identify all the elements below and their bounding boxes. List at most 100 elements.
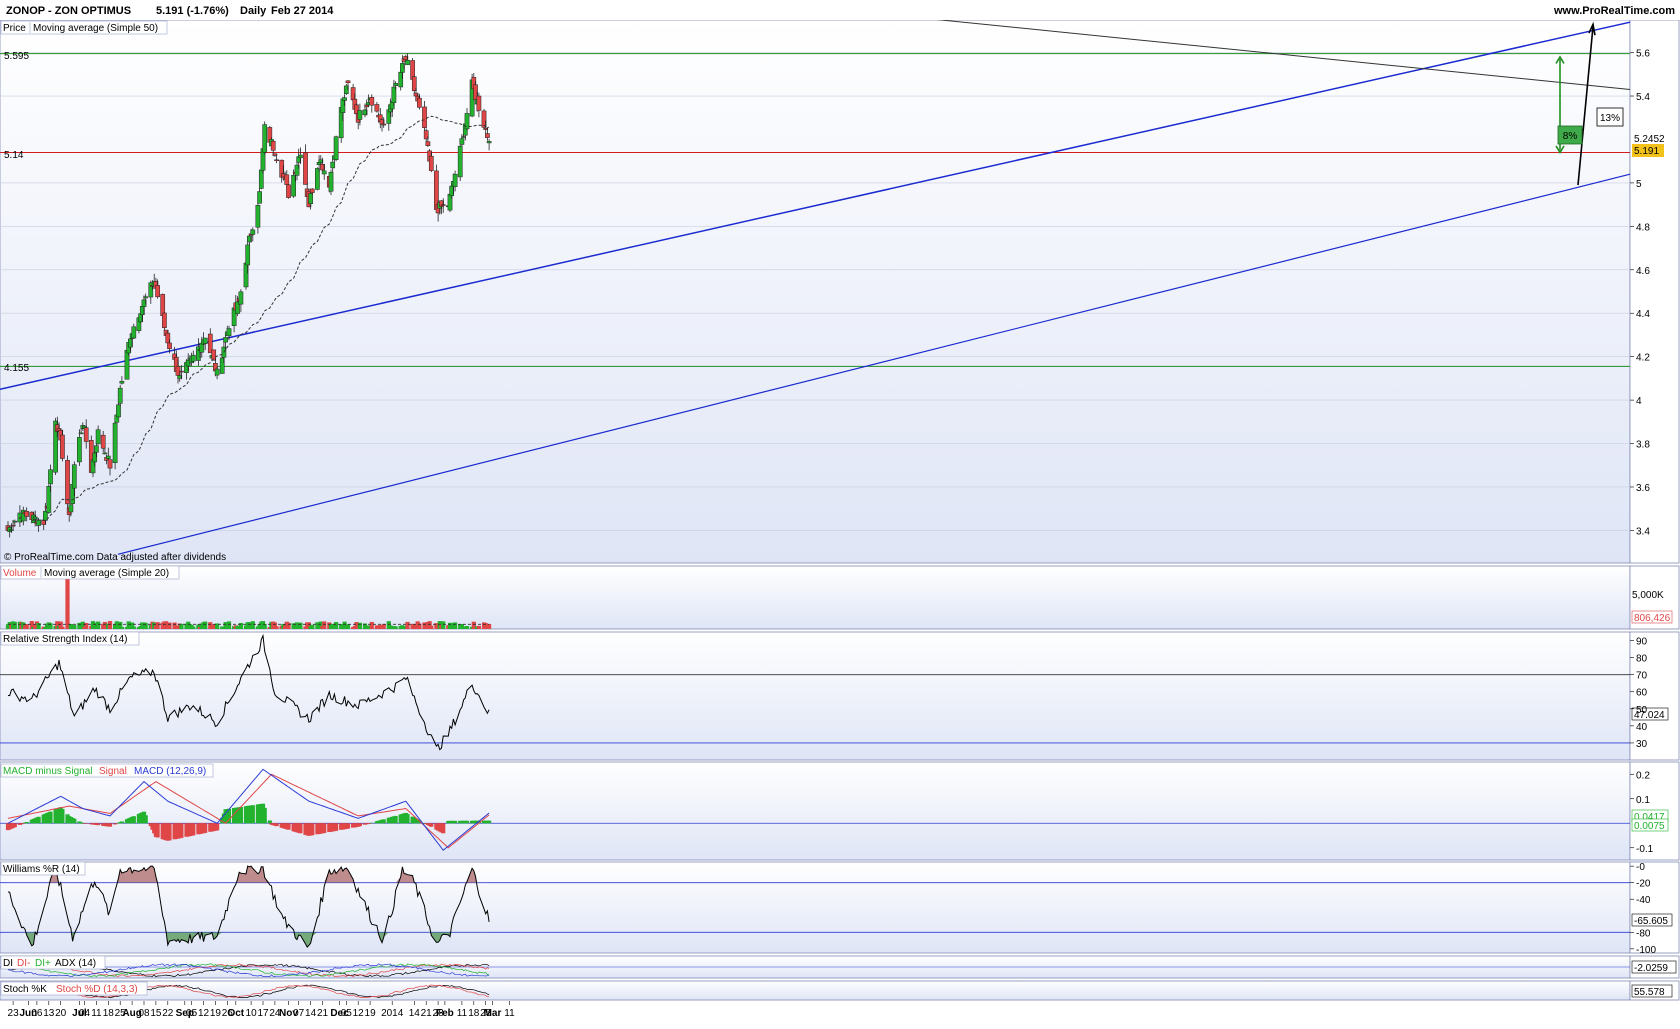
macd-legend-hist[interactable]: MACD minus Signal [3,766,92,777]
volume-bar [334,622,339,629]
price-y-tick-label: 5.6 [1636,49,1650,60]
candle-body [105,455,111,459]
x-tick-label: 18 [468,1008,480,1019]
candle-body [250,229,256,235]
volume-tick-label: 5,000K [1632,590,1664,601]
volume-bar [357,622,362,629]
x-tick-label: Feb [436,1008,454,1019]
macd-histogram-bar [334,823,339,831]
macd-legend-macd[interactable]: MACD (12,26,9) [134,766,206,777]
x-tick-label: 17 [257,1008,269,1019]
x-tick-label: 11 [504,1008,515,1019]
footer-note: © ProRealTime.com Data adjusted after di… [4,552,226,563]
candle-body [425,141,431,146]
volume-bar [250,621,255,629]
adx-legend-adx[interactable]: ADX (14) [55,958,96,969]
candle-body [65,460,70,505]
candle-body [36,519,41,526]
macd-histogram-bar [368,823,373,824]
candle-body [422,106,427,128]
candle-body [257,191,262,204]
macd-histogram-bar [79,822,84,824]
volume-bar [119,626,124,629]
candle-body [452,173,458,187]
macd-histogram-bar [179,823,184,838]
volume-bar [310,624,315,629]
price-y-tick-label: 5 [1636,179,1642,190]
macd-histogram-bar [267,820,272,824]
candle-body [226,328,232,337]
macd-histogram-bar [381,819,386,824]
williams-legend-title[interactable]: Williams %R (14) [3,864,80,875]
macd-histogram-bar [322,823,327,833]
candle-body [459,138,465,145]
candle-body [309,188,315,193]
rsi-y-tick-label: 90 [1636,637,1648,648]
volume-legend-title: Volume [3,568,37,579]
x-tick-label: 11 [457,1008,468,1019]
header-date: Feb 27 2014 [271,5,334,17]
volume-legend-indicator[interactable]: Moving average (Simple 20) [44,568,169,579]
adx-legend-di[interactable]: DI [3,958,13,969]
x-tick-label: 12 [353,1008,365,1019]
macd-histogram-bar [453,820,458,824]
stoch-legend-d[interactable]: Stoch %D (14,3,3) [56,984,138,995]
macd-histogram-bar [393,815,398,824]
rsi-legend-title[interactable]: Relative Strength Index (14) [3,634,128,645]
candle-body [274,159,279,161]
candle-body [476,95,482,111]
x-tick-label: 2014 [381,1008,404,1019]
volume-bar [72,625,77,629]
header-symbol: ZONOP - ZON OPTIMUS [6,5,131,17]
x-tick-label: Oct [227,1008,244,1019]
annotation-13pct: 13% [1600,113,1620,124]
volume-bar [60,626,65,629]
macd-y-tick-label: 0.1 [1636,795,1650,806]
volume-bar [107,621,113,629]
price-y-tick-label: 3.4 [1636,526,1650,537]
adx-legend-dim[interactable]: DI- [17,958,30,969]
candle-body [83,427,89,442]
candle-body [357,110,363,120]
price-y-tick-label: 4.6 [1636,266,1650,277]
annotation-8pct: 8% [1563,131,1578,142]
volume-bar [476,625,481,629]
volume-bar [345,624,351,629]
x-tick-label: 13 [43,1008,55,1019]
adx-last-label: -2.0259 [1634,963,1668,974]
candle-body [131,326,137,339]
level-label-514: 5.14 [4,150,24,161]
candle-body [405,59,410,66]
macd-histogram-bar [286,823,291,830]
candle-body [68,504,74,513]
macd-histogram-bar [238,806,243,824]
x-tick-label: 22 [162,1008,174,1019]
price-y-tick-label: 4 [1636,396,1642,407]
macd-histogram-bar [84,823,89,824]
panel-vol [0,565,1631,630]
candle-body [60,434,65,459]
volume-bar [238,622,243,629]
macd-histogram-bar [48,811,53,824]
candle-body [77,437,82,463]
macd-y-tick-label: 0.2 [1636,770,1650,781]
candle-body [223,337,228,343]
macd-histogram-bar [60,808,65,824]
macd-histogram-bar [274,823,279,827]
price-legend-indicator[interactable]: Moving average (Simple 50) [33,23,158,34]
williams-y-tick-label: -40 [1636,895,1651,906]
chart-root: ZONOP - ZON OPTIMUS 5.191 (-1.76%) Daily… [0,0,1680,1024]
candle-body [328,172,334,192]
adx-legend-dip[interactable]: DI+ [35,958,51,969]
volume-bar [441,621,446,629]
x-tick-label: 14 [409,1008,421,1019]
header-site-link[interactable]: www.ProRealTime.com [1553,5,1675,17]
candle-body [202,337,208,344]
stoch-legend-k[interactable]: Stoch %K [3,984,47,995]
candle-body [284,174,290,185]
candle-body [330,161,336,169]
volume-bar [464,625,470,629]
price-y-tick-label: 4.8 [1636,222,1650,233]
macd-legend-signal[interactable]: Signal [99,766,127,777]
macd-histogram-bar [107,823,113,827]
